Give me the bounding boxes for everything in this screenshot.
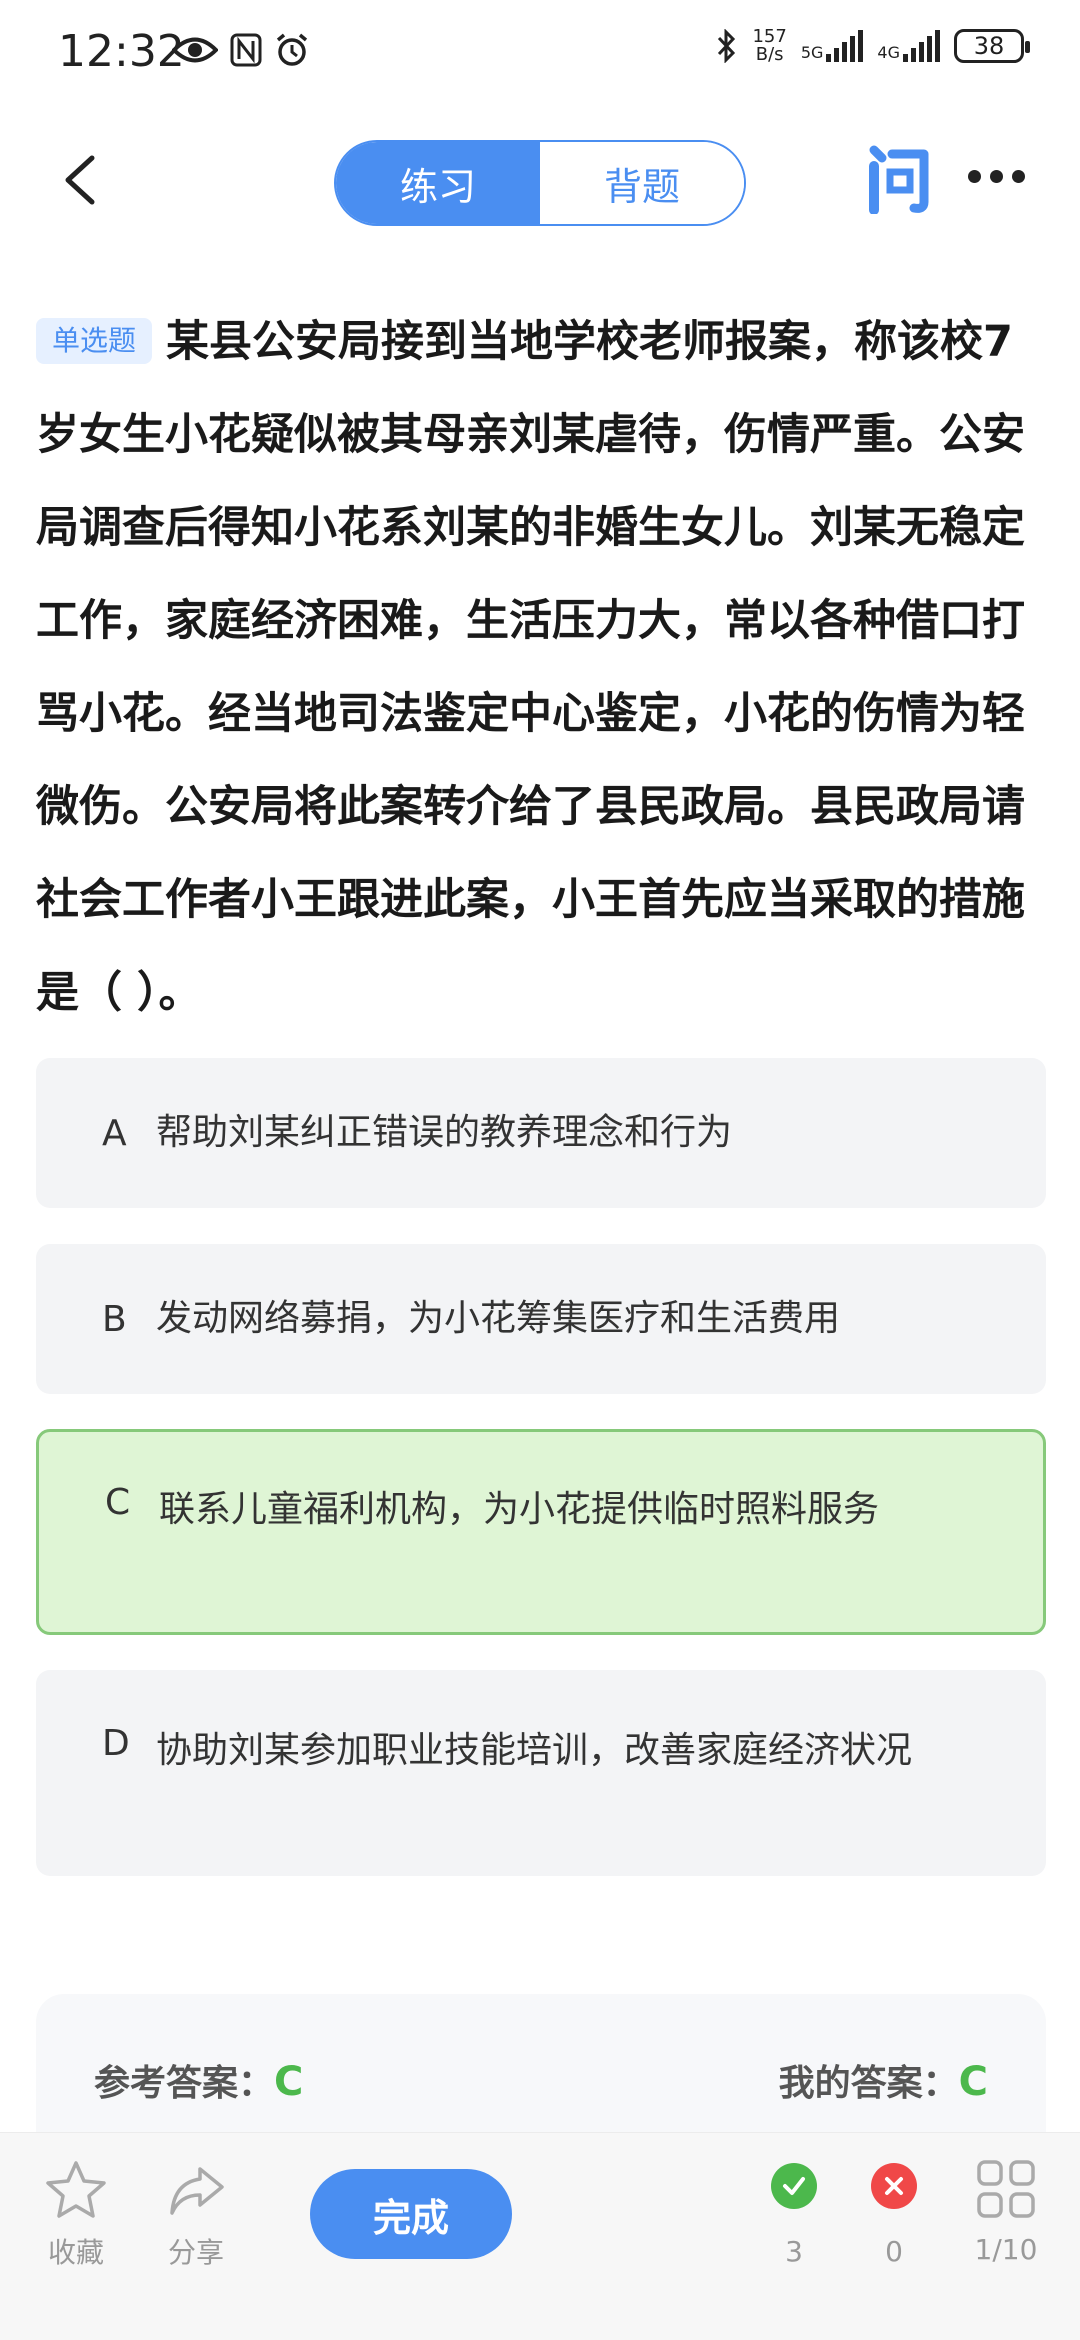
check-circle-icon [771,2163,817,2209]
bluetooth-icon [718,29,736,63]
mode-switch: 练习 背题 [334,140,746,226]
correct-count-stat[interactable]: 3 [770,2163,818,2268]
signal-bars-icon [903,30,940,62]
option-letter: B [102,1298,127,1340]
share-button[interactable]: 分享 [156,2159,236,2271]
correct-count: 3 [785,2235,803,2268]
share-label: 分享 [167,2236,224,2269]
question-progress[interactable]: 1/10 [966,2159,1046,2266]
speed-unit: B/s [755,44,784,65]
question-text: 某县公安局接到当地学校老师报案，称该校7岁女生小花疑似被其母亲刘某虐待，伤情严重… [36,317,1025,1018]
wrong-count: 0 [885,2235,903,2268]
reference-answer: 参考答案：C [94,2054,303,2106]
tab-recite[interactable]: 背题 [540,142,744,224]
network-speed: 157 B/s [752,28,786,64]
grid-icon [977,2160,1035,2218]
option-c[interactable]: C 联系儿童福利机构，为小花提供临时照料服务 [36,1429,1046,1635]
question-type-badge: 单选题 [36,318,153,364]
status-right: 157 B/s 5G 4G 38 [716,28,1030,64]
share-arrow-icon [170,2167,224,2215]
status-time: 12:32 [58,26,185,77]
nfc-icon [230,33,262,67]
wrong-count-stat[interactable]: 0 [870,2163,918,2268]
alarm-icon [276,33,308,66]
option-letter: A [102,1112,127,1154]
signal-5g: 5G [801,30,864,62]
reference-answer-value: C [274,2059,304,2105]
signal-4g: 4G [877,30,940,62]
option-text: 帮助刘某纠正错误的教养理念和行为 [156,1112,733,1153]
net-5g-label: 5G [800,43,824,62]
question-stem: 单选题 某县公安局接到当地学校老师报案，称该校7岁女生小花疑似被其母亲刘某虐待，伤… [36,296,1046,1040]
option-a[interactable]: A 帮助刘某纠正错误的教养理念和行为 [36,1058,1046,1208]
ask-icon[interactable] [866,144,934,214]
option-text: 发动网络募捐，为小花筹集医疗和生活费用 [156,1298,841,1339]
option-b[interactable]: B 发动网络募捐，为小花筹集医疗和生活费用 [36,1244,1046,1394]
status-left-icons [172,32,310,68]
my-answer-label: 我的答案： [778,2063,959,2104]
reference-answer-label: 参考答案： [94,2063,275,2104]
favorite-label: 收藏 [47,2236,104,2269]
back-arrow-icon[interactable] [56,154,108,206]
eye-icon [172,37,218,63]
finish-button[interactable]: 完成 [310,2169,512,2259]
option-text: 联系儿童福利机构，为小花提供临时照料服务 [159,1489,880,1530]
option-text: 协助刘某参加职业技能培训，改善家庭经济状况 [156,1730,913,1771]
option-letter: D [102,1723,130,1764]
bottom-toolbar: 收藏 分享 完成 3 0 1/10 [0,2132,1080,2340]
x-circle-icon [871,2163,917,2209]
favorite-button[interactable]: 收藏 [36,2159,116,2271]
net-4g-label: 4G [877,43,900,62]
tab-practice[interactable]: 练习 [336,142,540,224]
battery-icon: 38 [954,29,1030,63]
my-answer: 我的答案：C [779,2054,988,2106]
progress-label: 1/10 [974,2233,1038,2266]
top-nav: 练习 背题 [0,130,1080,230]
option-letter: C [105,1482,131,1523]
my-answer-value: C [958,2059,988,2105]
signal-bars-icon [826,30,864,62]
star-icon [46,2161,106,2218]
option-d[interactable]: D 协助刘某参加职业技能培训，改善家庭经济状况 [36,1670,1046,1876]
more-menu-icon[interactable] [968,170,1025,183]
status-bar: 12:32 157 B/s 5G 4G 38 [0,0,1080,110]
